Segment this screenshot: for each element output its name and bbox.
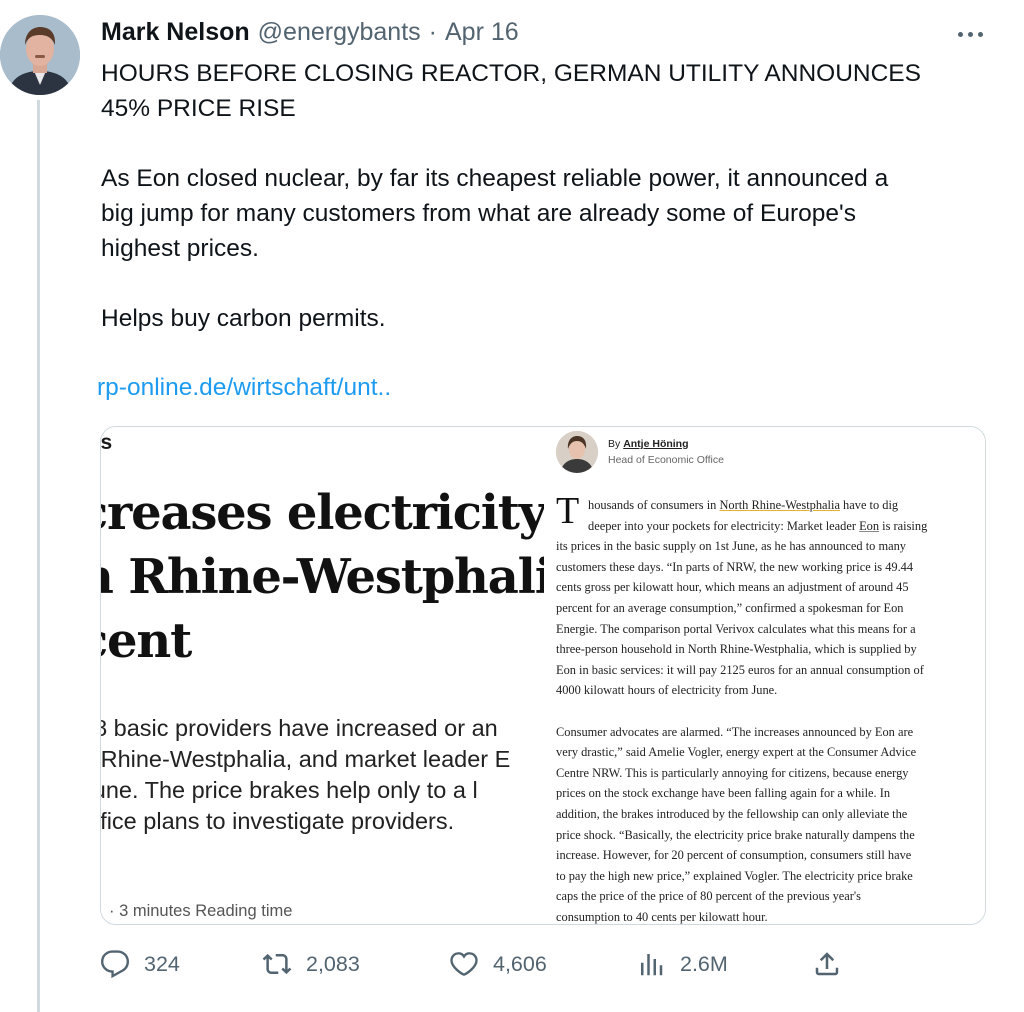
avatar[interactable] [0, 15, 80, 95]
teaser-line: 98 basic providers have increased or an [101, 715, 498, 741]
media-attachment[interactable]: ties creases electricity p h Rhine-Westp… [100, 426, 986, 925]
body-line: three-person household in North Rhine-We… [556, 642, 917, 657]
like-button[interactable]: 4,606 [449, 944, 547, 984]
byline-prefix: By [608, 438, 621, 450]
inline-link[interactable]: North Rhine-Westphalia [719, 498, 839, 512]
body-line: increase. However, for 20 percent of con… [556, 848, 912, 863]
action-bar: 324 2,083 4,606 2.6M [100, 944, 860, 984]
body-line: price shock. “Basically, the electricity… [556, 827, 915, 842]
body-line: its prices in the basic supply on 1st Ju… [556, 539, 906, 554]
article-headline: creases electricity p h Rhine-Westphali … [101, 481, 544, 673]
body-line: addition, the brakes introduced by the f… [556, 806, 908, 821]
body-line: Eon in basic services: it will pay 2125 … [556, 662, 924, 677]
headline-line: cent [101, 613, 192, 669]
inline-link[interactable]: Eon [859, 519, 879, 533]
body-line: Energie. The comparison portal Verivox c… [556, 621, 916, 636]
byline: By Antje Höning [608, 438, 689, 450]
teaser-line: office plans to investigate providers. [101, 808, 455, 834]
share-button[interactable] [812, 944, 842, 984]
views-button[interactable]: 2.6M [636, 944, 728, 984]
bar-chart-icon [641, 954, 663, 976]
tweet-date[interactable]: Apr 16 [445, 18, 519, 47]
reply-count: 324 [144, 951, 180, 976]
article-screenshot-right: By Antje Höning Head of Economic Office … [548, 427, 985, 924]
avatar-photo [0, 15, 80, 95]
retweet-button[interactable]: 2,083 [262, 944, 360, 984]
body-line: prices on the stock exchange have been f… [556, 786, 891, 801]
author-role: Head of Economic Office [608, 454, 724, 466]
body-line: percent for an average consumption,” con… [556, 600, 904, 615]
ellipsis-icon[interactable] [953, 24, 987, 44]
reply-button[interactable]: 324 [100, 944, 180, 984]
heart-icon [450, 952, 478, 976]
body-line: very drastic,” said Amelie Vogler, energ… [556, 745, 917, 760]
article-section-label: ties [101, 431, 113, 454]
teaser-line: n Rhine-Westphalia, and market leader E [101, 746, 511, 772]
article-screenshot-left: ties creases electricity p h Rhine-Westp… [101, 427, 544, 924]
article-body: housands of consumers in North Rhine-Wes… [556, 495, 976, 924]
body-line: cents gross per kilowatt hour, which mea… [556, 580, 909, 595]
author-photo [556, 431, 598, 473]
tweet-text-line: 45% PRICE RISE [101, 95, 296, 122]
like-count: 4,606 [493, 951, 547, 976]
body-line: housands of consumers in North Rhine-Wes… [588, 498, 899, 512]
article-teaser: 98 basic providers have increased or an … [101, 713, 510, 837]
body-line: 4000 kilowatt hours of electricity from … [556, 683, 778, 698]
headline-line: h Rhine-Westphali [101, 549, 544, 605]
share-upload-icon [815, 952, 839, 976]
user-handle[interactable]: @energybants [258, 18, 421, 47]
header-separator: · [428, 18, 437, 46]
tweet-text-line: big jump for many customers from what ar… [101, 200, 856, 227]
teaser-line: June. The price brakes help only to a l [101, 777, 478, 803]
thread-line [37, 100, 40, 1012]
reading-time: · 3 minutes Reading time [109, 902, 293, 920]
tweet-header: Mark Nelson @energybants · Apr 16 [101, 18, 964, 50]
tweet-text-line: Helps buy carbon permits. [101, 305, 386, 332]
speech-bubble-icon [100, 950, 130, 979]
body-line: caps the price of the price of 80 percen… [556, 889, 861, 904]
tweet-text-line: As Eon closed nuclear, by far its cheape… [101, 165, 889, 192]
retweet-count: 2,083 [306, 951, 360, 976]
body-line: consumption to 40 cents per kilowatt hou… [556, 909, 768, 924]
body-line: deeper into your pockets for electricity… [588, 518, 928, 533]
body-line: customers these days. “In parts of NRW, … [556, 559, 914, 574]
retweet-arrows-icon [262, 953, 292, 975]
body-line: to pay the high new price,” explained Vo… [556, 868, 913, 883]
view-count: 2.6M [680, 951, 728, 976]
body-line: Consumer advocates are alarmed. “The inc… [556, 724, 914, 739]
tweet-text-line: HOURS BEFORE CLOSING REACTOR, GERMAN UTI… [101, 60, 921, 87]
article-link[interactable]: rp-online.de/wirtschaft/unt.. [97, 370, 391, 405]
headline-line: creases electricity p [101, 485, 544, 541]
author-name[interactable]: Antje Höning [623, 438, 688, 450]
display-name[interactable]: Mark Nelson [101, 18, 250, 47]
tweet-text: HOURS BEFORE CLOSING REACTOR, GERMAN UTI… [101, 56, 1001, 336]
tweet-text-line: highest prices. [101, 235, 259, 262]
body-line: Centre NRW. This is particularly annoyin… [556, 765, 909, 780]
